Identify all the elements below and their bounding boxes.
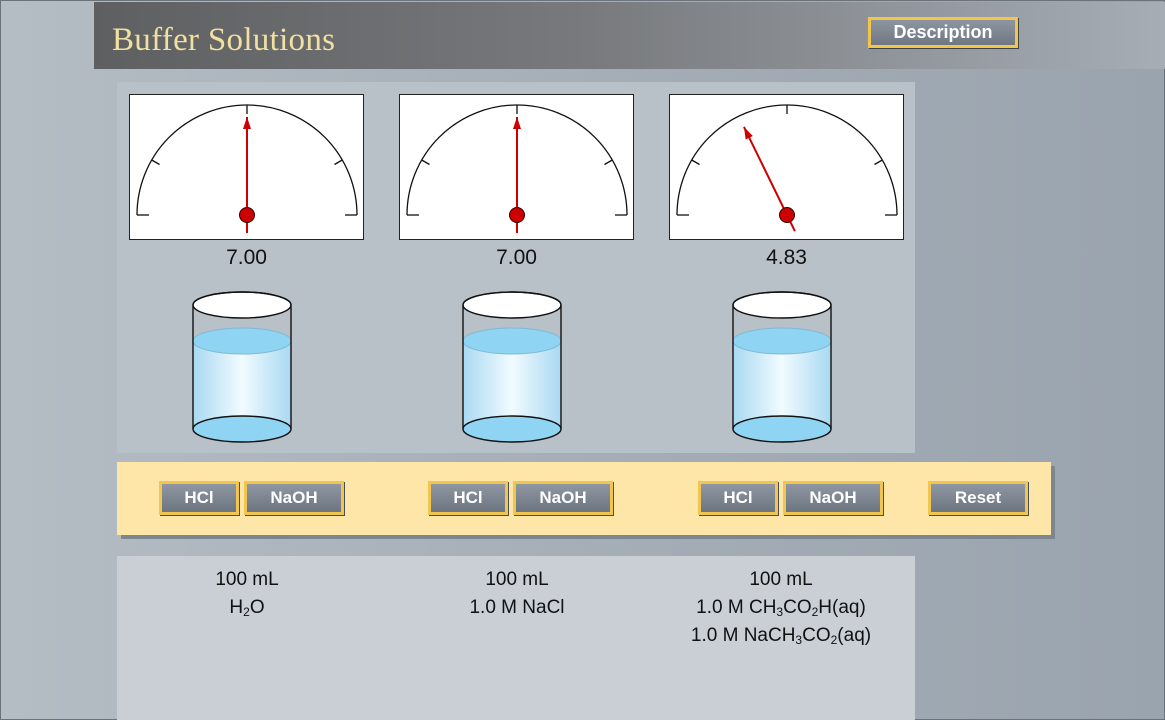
volume-label: 100 mL [215, 569, 279, 590]
gauge-pivot [509, 207, 525, 223]
add-hcl-button-water[interactable]: HCl [159, 481, 239, 515]
ph-readout-water: 7.00 [226, 246, 267, 269]
ph-meter-buffer [669, 94, 904, 240]
ph-gauge [676, 104, 898, 232]
volume-label: 100 mL [485, 569, 549, 590]
ph-meter-nacl [399, 94, 634, 240]
ph-readout-nacl: 7.00 [496, 246, 537, 269]
solution-formula-acid: 1.0 M CH3CO2H(aq) [696, 597, 866, 619]
header-bar: Buffer Solutions Description [94, 2, 1165, 69]
column-nacl: 7.00 [387, 82, 634, 453]
ph-meter-water [129, 94, 364, 240]
meters-panel: 7.00 7.00 4.83 [117, 82, 915, 453]
beaker-nacl [462, 291, 562, 443]
ph-gauge [136, 104, 358, 233]
volume-label: 100 mL [749, 569, 813, 590]
column-water: 7.00 [117, 82, 364, 453]
add-hcl-button-nacl[interactable]: HCl [428, 481, 508, 515]
app-title: Buffer Solutions [112, 22, 336, 58]
beaker-buffer [732, 291, 832, 443]
solution-info-panel: 100 mL H2O 100 mL 1.0 M NaCl 100 mL 1.0 … [117, 556, 915, 720]
add-hcl-button-buffer[interactable]: HCl [698, 481, 778, 515]
solution-formula-salt: 1.0 M NaCH3CO2(aq) [690, 625, 872, 647]
description-button[interactable]: Description [868, 17, 1018, 48]
gauge-pivot [239, 207, 255, 223]
solution-info-nacl: 100 mL 1.0 M NaCl [367, 566, 667, 622]
control-bar: HCl NaOH HCl NaOH HCl NaOH Reset [117, 462, 1051, 535]
beaker-water [192, 291, 292, 443]
solution-formula: H2O [229, 597, 265, 619]
solution-formula: 1.0 M NaCl [469, 597, 565, 618]
gauge-pivot [779, 207, 795, 223]
solution-info-buffer: 100 mL 1.0 M CH3CO2H(aq) 1.0 M NaCH3CO2(… [631, 566, 931, 650]
add-naoh-button-buffer[interactable]: NaOH [783, 481, 883, 515]
ph-gauge [406, 104, 628, 233]
ph-readout-buffer: 4.83 [766, 246, 807, 269]
solution-info-water: 100 mL H2O [97, 566, 397, 622]
add-naoh-button-water[interactable]: NaOH [244, 481, 344, 515]
reset-button[interactable]: Reset [928, 481, 1028, 515]
column-buffer: 4.83 [657, 82, 904, 453]
add-naoh-button-nacl[interactable]: NaOH [513, 481, 613, 515]
